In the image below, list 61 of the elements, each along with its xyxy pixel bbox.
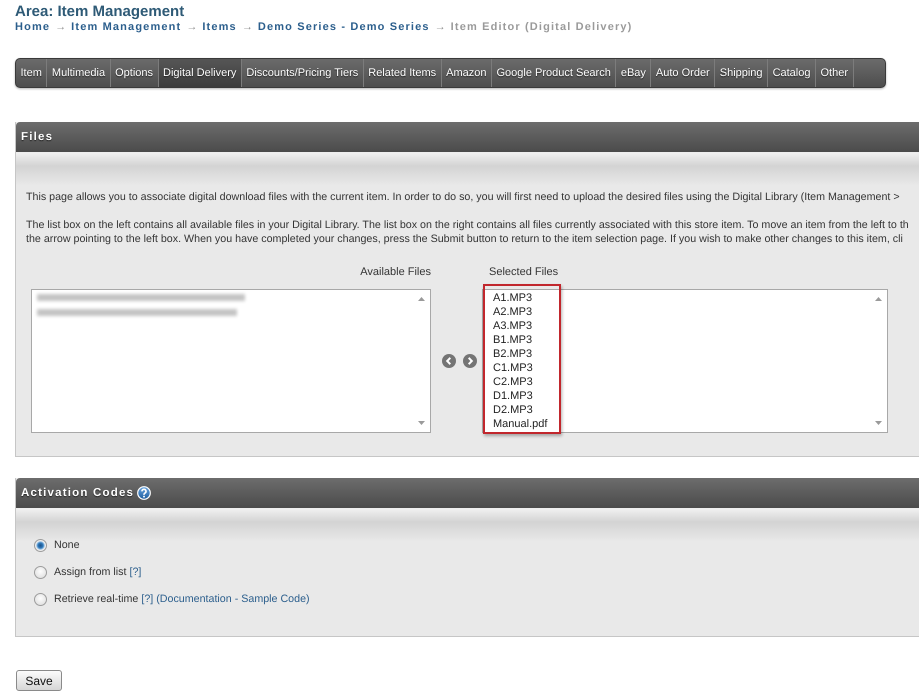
chevron-left-icon [442, 354, 456, 368]
list-item[interactable]: A1.MP3 [493, 291, 532, 305]
radio-button[interactable] [34, 538, 47, 552]
list-item[interactable]: C1.MP3 [493, 361, 533, 375]
scroll-up-icon[interactable] [418, 297, 425, 301]
breadcrumb-arrow: → [242, 20, 253, 34]
list-label: Selected Files [488, 265, 558, 279]
help-link[interactable]: [?] [129, 566, 142, 578]
radio-button[interactable] [34, 566, 47, 578]
help-icon[interactable] [137, 486, 152, 500]
list-item[interactable]: C2.MP3 [493, 375, 533, 389]
list-item[interactable]: A3.MP3 [493, 319, 532, 333]
list-item[interactable]: D1.MP3 [493, 389, 533, 403]
chevron-right-icon [463, 354, 477, 368]
list-label: Available Files [360, 265, 431, 279]
text-link[interactable]: Sample Code) [241, 593, 310, 605]
option-label: Retrieve real-time [54, 593, 138, 605]
list-item[interactable]: B2.MP3 [493, 347, 532, 361]
move-right-button[interactable] [463, 354, 477, 368]
scroll-down-icon[interactable] [418, 421, 425, 425]
breadcrumb-link[interactable]: Home [15, 20, 50, 34]
tab[interactable]: Discounts/Pricing Tiers [242, 59, 364, 87]
tab[interactable]: Digital Delivery [158, 59, 242, 87]
tab[interactable]: Auto Order [651, 59, 716, 87]
breadcrumb-link[interactable]: Demo Series - Demo Series [258, 20, 430, 34]
separator-text: - [234, 593, 238, 605]
breadcrumb-arrow: → [55, 20, 66, 34]
breadcrumb-link[interactable]: Items [202, 20, 237, 34]
save-button[interactable]: Save [16, 670, 62, 691]
list-item[interactable]: A2.MP3 [493, 305, 532, 319]
tab[interactable]: Item [16, 59, 48, 87]
tab[interactable]: eBay [616, 59, 652, 87]
selected-files-list[interactable]: A1.MP3 A2.MP3 A3.MP3 B1.MP3 B2.MP3 C1.MP3 C2.MP3 D1.MP3 D2.MP3 Manual.pdf [482, 289, 888, 433]
radio-button[interactable] [34, 592, 47, 606]
list-item[interactable]: B1.MP3 [493, 333, 532, 347]
scroll-down-icon[interactable] [875, 421, 882, 425]
instruction-text: This page allows you to associate digital download files with the current item. In order to do so, you will first need to upload the desired files using the Digital Library (Item Management > [26, 190, 900, 204]
panel-title: Activation Codes [21, 487, 134, 499]
tab[interactable]: Other [816, 59, 854, 87]
tab[interactable]: Multimedia [47, 59, 111, 87]
available-files-list[interactable] [31, 289, 431, 433]
instruction-text: The list box on the left contains all available files in your Digital Library. The list box on the right contains all files currently associated with this store item. To move an item from the left to th the arrow pointing to the left box. When you have completed your changes, press the Submit button to return to the item selection page. If you wish to make other changes to this item, cli [26, 218, 909, 246]
tab[interactable]: Shipping [715, 59, 768, 87]
tab[interactable]: Amazon [442, 59, 492, 87]
tab[interactable]: Related Items [364, 59, 442, 87]
list-item[interactable]: D2.MP3 [493, 403, 533, 417]
panel-title: Files [21, 131, 54, 143]
tab[interactable]: Catalog [768, 59, 816, 87]
breadcrumb-link[interactable]: Item Management [71, 20, 182, 34]
breadcrumb-arrow: → [434, 20, 446, 34]
area-title: Area: Item Management [15, 3, 186, 20]
tab[interactable]: Google Product Search [492, 59, 616, 87]
breadcrumb-current-page: Item Editor (Digital Delivery) [450, 20, 632, 34]
breadcrumb-arrow: → [186, 20, 198, 34]
list-item[interactable]: Manual.pdf [493, 417, 548, 431]
scroll-up-icon[interactable] [875, 297, 882, 301]
option-label: Assign from list [54, 566, 126, 578]
help-link[interactable]: [?] [141, 593, 154, 605]
text-link[interactable]: (Documentation [156, 593, 232, 605]
option-label: None [54, 539, 80, 551]
move-left-button[interactable] [442, 354, 456, 368]
